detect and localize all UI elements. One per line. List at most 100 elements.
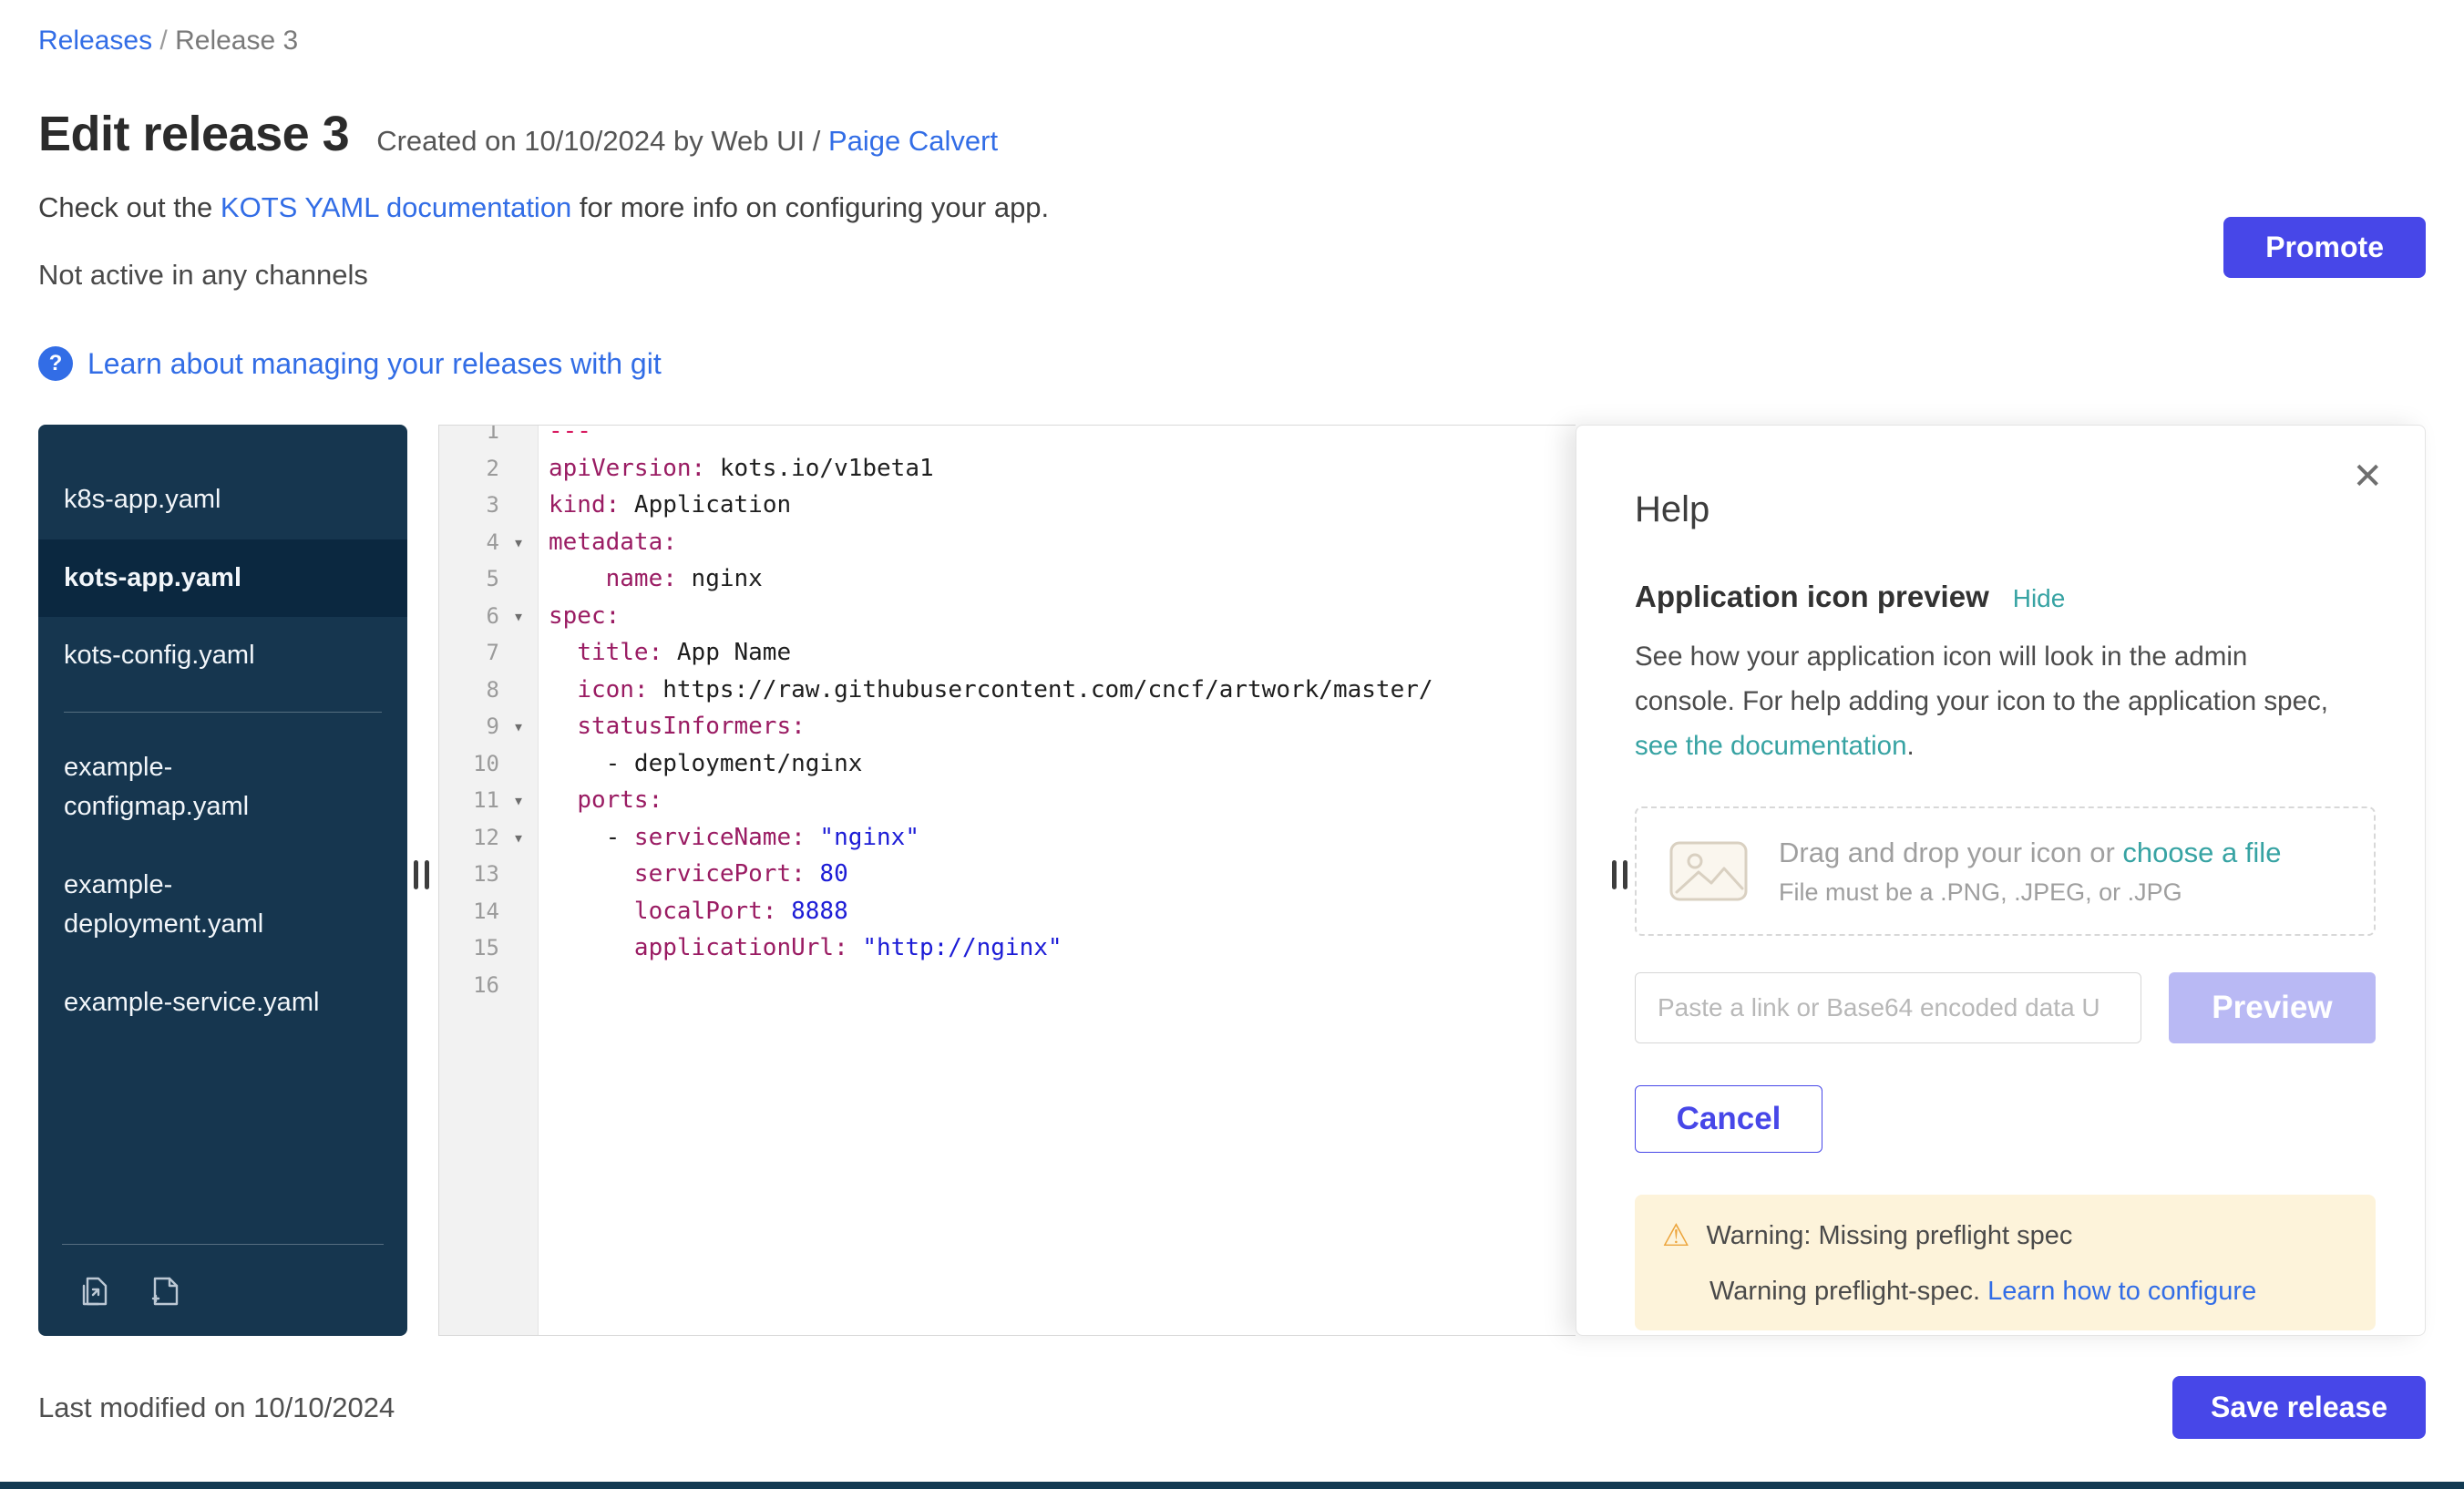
code-text: - serviceName: "nginx" bbox=[538, 819, 919, 857]
docs-hint: Check out the KOTS YAML documentation fo… bbox=[38, 191, 2426, 224]
code-line-15[interactable]: 15 applicationUrl: "http://nginx" bbox=[439, 929, 1576, 967]
created-text: Created on 10/10/2024 by Web UI / bbox=[376, 125, 828, 157]
warning-text: Warning: Missing preflight spec bbox=[1706, 1221, 2072, 1251]
fold-arrow-icon[interactable]: ▾ bbox=[499, 819, 538, 857]
code-text: ports: bbox=[538, 782, 662, 819]
edit-release-page: Releases / Release 3 Edit release 3 Crea… bbox=[0, 0, 2464, 1489]
file-name: k8s-app.yaml bbox=[64, 480, 221, 520]
fold-arrow-icon[interactable]: ▾ bbox=[499, 598, 538, 635]
code-text: apiVersion: kots.io/v1beta1 bbox=[538, 450, 934, 488]
documentation-link[interactable]: see the documentation bbox=[1635, 731, 1907, 761]
upload-file-button[interactable] bbox=[73, 1270, 117, 1314]
docs-prefix: Check out the bbox=[38, 191, 221, 223]
code-text: kind: Application bbox=[538, 487, 791, 524]
code-line-3[interactable]: 3kind: Application bbox=[439, 487, 1576, 524]
handle-bar bbox=[1612, 860, 1617, 889]
breadcrumb-releases-link[interactable]: Releases bbox=[38, 26, 152, 56]
handle-bar bbox=[1623, 860, 1627, 889]
code-text: title: App Name bbox=[538, 634, 791, 672]
fold-arrow-icon[interactable]: ▾ bbox=[499, 708, 538, 745]
fold-spacer bbox=[499, 672, 538, 709]
breadcrumb: Releases / Release 3 bbox=[38, 26, 2426, 56]
fold-spacer bbox=[499, 425, 538, 450]
sidebar-file-example-configmap.yaml[interactable]: example-configmap.yaml bbox=[38, 729, 407, 847]
code-text: spec: bbox=[538, 598, 620, 635]
new-file-button[interactable] bbox=[142, 1270, 186, 1314]
line-number: 13 bbox=[439, 856, 499, 893]
image-placeholder-icon bbox=[1669, 841, 1748, 901]
hide-link[interactable]: Hide bbox=[2013, 584, 2066, 613]
preview-button[interactable]: Preview bbox=[2169, 972, 2376, 1043]
fold-arrow-icon[interactable]: ▾ bbox=[499, 782, 538, 819]
code-line-1[interactable]: 1 --- bbox=[439, 425, 1576, 450]
file-list-bottom: example-configmap.yamlexample-deployment… bbox=[38, 729, 407, 1042]
code-text: applicationUrl: "http://nginx" bbox=[538, 929, 1063, 967]
line-number: 7 bbox=[439, 634, 499, 672]
fold-spacer bbox=[499, 634, 538, 672]
title-row: Edit release 3 Created on 10/10/2024 by … bbox=[38, 106, 2426, 162]
code-line-11[interactable]: 11▾ ports: bbox=[439, 782, 1576, 819]
code-text bbox=[538, 967, 549, 1004]
code-line-9[interactable]: 9▾ statusInformers: bbox=[439, 708, 1576, 745]
line-number: 11 bbox=[439, 782, 499, 819]
file-type-hint: File must be a .PNG, .JPEG, or .JPG bbox=[1779, 878, 2281, 907]
page-title: Edit release 3 bbox=[38, 106, 349, 162]
code-line-12[interactable]: 12▾ - serviceName: "nginx" bbox=[439, 819, 1576, 857]
line-number: 15 bbox=[439, 929, 499, 967]
code-text: --- bbox=[538, 425, 591, 450]
warning-detail-text: Warning preflight-spec. bbox=[1709, 1277, 1987, 1306]
code-line-6[interactable]: 6▾spec: bbox=[439, 598, 1576, 635]
drop-instruction: Drag and drop your icon or choose a file bbox=[1779, 837, 2281, 869]
description-suffix: . bbox=[1907, 731, 1915, 761]
code-text: localPort: 8888 bbox=[538, 893, 848, 930]
warning-row: ⚠ Warning: Missing preflight spec bbox=[1662, 1220, 2348, 1251]
preflight-configure-link[interactable]: Learn how to configure bbox=[1987, 1277, 2256, 1306]
sidebar-file-kots-app.yaml[interactable]: kots-app.yaml bbox=[38, 539, 407, 618]
line-number: 2 bbox=[439, 450, 499, 488]
line-number: 1 bbox=[439, 425, 499, 450]
save-release-button[interactable]: Save release bbox=[2172, 1376, 2426, 1439]
code-line-2[interactable]: 2 apiVersion: kots.io/v1beta1 bbox=[439, 450, 1576, 488]
choose-file-link[interactable]: choose a file bbox=[2122, 837, 2281, 868]
yaml-editor[interactable]: 1 --- 2 apiVersion: kots.io/v1beta13kind: A… bbox=[438, 425, 1576, 1336]
kots-yaml-docs-link[interactable]: KOTS YAML documentation bbox=[221, 191, 571, 223]
created-by-link[interactable]: Paige Calvert bbox=[828, 125, 998, 157]
fold-spacer bbox=[499, 487, 538, 524]
line-number: 14 bbox=[439, 893, 499, 930]
code-line-4[interactable]: 4▾metadata: bbox=[439, 524, 1576, 561]
dropzone-texts: Drag and drop your icon or choose a file… bbox=[1779, 837, 2281, 907]
code-line-5[interactable]: 5 name: nginx bbox=[439, 560, 1576, 598]
code-line-8[interactable]: 8 icon: https://raw.githubusercontent.co… bbox=[439, 672, 1576, 709]
sidebar-resize-handle[interactable] bbox=[414, 860, 429, 889]
close-icon: ✕ bbox=[2352, 457, 2383, 497]
channel-status: Not active in any channels bbox=[38, 259, 2426, 292]
line-number: 5 bbox=[439, 560, 499, 598]
fold-arrow-icon[interactable]: ▾ bbox=[499, 524, 538, 561]
sidebar-file-example-service.yaml[interactable]: example-service.yaml bbox=[38, 964, 407, 1042]
code-text: - deployment/nginx bbox=[538, 745, 862, 783]
code-line-7[interactable]: 7 title: App Name bbox=[439, 634, 1576, 672]
cancel-button[interactable]: Cancel bbox=[1635, 1085, 1822, 1153]
code-line-14[interactable]: 14 localPort: 8888 bbox=[439, 893, 1576, 930]
sidebar-file-example-deployment.yaml[interactable]: example-deployment.yaml bbox=[38, 847, 407, 964]
close-help-button[interactable]: ✕ bbox=[2352, 458, 2383, 495]
help-resize-handle[interactable] bbox=[1612, 860, 1627, 889]
icon-dropzone[interactable]: Drag and drop your icon or choose a file… bbox=[1635, 806, 2376, 936]
code-text: servicePort: 80 bbox=[538, 856, 848, 893]
fold-spacer bbox=[499, 856, 538, 893]
code-line-13[interactable]: 13 servicePort: 80 bbox=[439, 856, 1576, 893]
new-file-icon bbox=[144, 1271, 184, 1311]
promote-button[interactable]: Promote bbox=[2223, 217, 2426, 278]
icon-url-input[interactable] bbox=[1635, 972, 2141, 1043]
fold-spacer bbox=[499, 450, 538, 488]
sidebar-file-kots-config.yaml[interactable]: kots-config.yaml bbox=[38, 617, 407, 695]
sidebar-file-k8s-app.yaml[interactable]: k8s-app.yaml bbox=[38, 461, 407, 539]
fold-spacer bbox=[499, 929, 538, 967]
code-line-10[interactable]: 10 - deployment/nginx bbox=[439, 745, 1576, 783]
code-text: metadata: bbox=[538, 524, 677, 561]
file-name: kots-config.yaml bbox=[64, 636, 255, 676]
code-line-16[interactable]: 16 bbox=[439, 967, 1576, 1004]
git-help-link[interactable]: ? Learn about managing your releases wit… bbox=[38, 346, 662, 381]
line-number: 4 bbox=[439, 524, 499, 561]
file-name: example-service.yaml bbox=[64, 983, 319, 1023]
